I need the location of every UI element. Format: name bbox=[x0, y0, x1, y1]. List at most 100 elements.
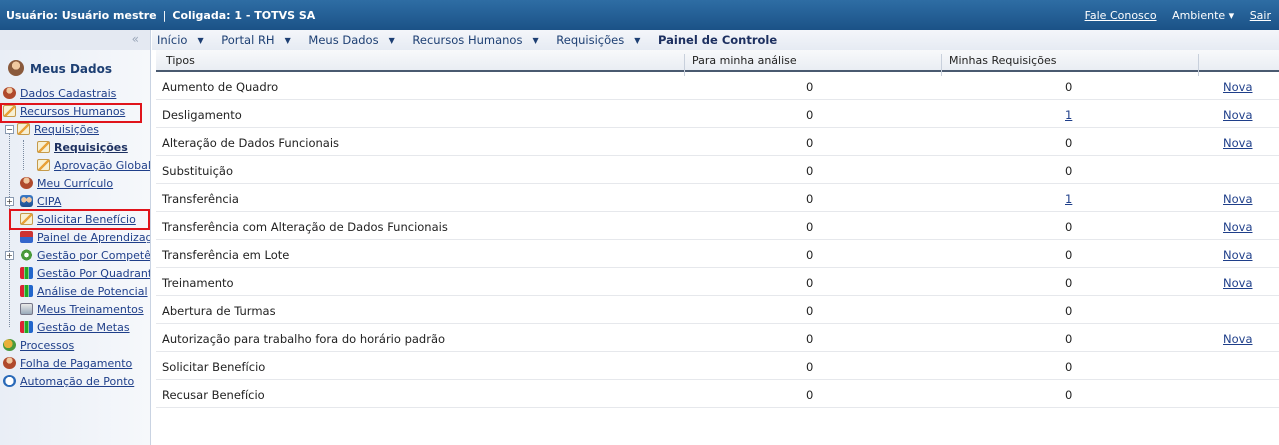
table-header: Tipos Para minha análise Minhas Requisiç… bbox=[156, 50, 1279, 76]
sidebar-item-requisicoes-label[interactable]: Requisições bbox=[34, 123, 99, 136]
table-row: Recusar Benefício 0 0 bbox=[156, 380, 1279, 408]
sidebar-item-dados[interactable]: Dados Cadastrais bbox=[3, 86, 116, 102]
cell-analise: 0 bbox=[806, 192, 814, 206]
cell-analise: 0 bbox=[806, 304, 814, 318]
breadcrumb-meus-label[interactable]: Meus Dados bbox=[308, 33, 378, 47]
sidebar-item-treinamentos-label[interactable]: Meus Treinamentos bbox=[37, 303, 144, 316]
logout-link[interactable]: Sair bbox=[1250, 9, 1271, 22]
cell-tipo: Transferência com Alteração de Dados Fun… bbox=[162, 220, 448, 234]
sidebar-item-cipa[interactable]: CIPA bbox=[20, 194, 61, 210]
cell-analise: 0 bbox=[806, 108, 814, 122]
sidebar-item-dados-label[interactable]: Dados Cadastrais bbox=[20, 87, 116, 100]
environment-menu[interactable]: Ambiente ▾ bbox=[1172, 9, 1234, 22]
sidebar-item-requisicoes-sub[interactable]: Requisições bbox=[37, 140, 128, 156]
breadcrumb-portal[interactable]: Portal RH ▼ bbox=[221, 33, 298, 47]
cell-minhas: 0 bbox=[1065, 220, 1073, 234]
breadcrumb-meus-dados[interactable]: Meus Dados ▼ bbox=[308, 33, 401, 47]
chart-icon bbox=[20, 267, 33, 279]
breadcrumb: Início ▼ Portal RH ▼ Meus Dados ▼ Recursos … bbox=[152, 30, 1279, 50]
top-bar: Usuário: Usuário mestre | Coligada: 1 - TO… bbox=[0, 0, 1279, 30]
sidebar-item-treinamentos[interactable]: Meus Treinamentos bbox=[20, 302, 144, 318]
table-row: Abertura de Turmas 0 0 bbox=[156, 296, 1279, 324]
cell-tipo: Aumento de Quadro bbox=[162, 80, 279, 94]
sidebar-item-curriculo[interactable]: Meu Currículo bbox=[20, 176, 113, 192]
breadcrumb-req-label[interactable]: Requisições bbox=[556, 33, 624, 47]
sidebar-item-folha-label[interactable]: Folha de Pagamento bbox=[20, 357, 132, 370]
sidebar-item-quadrante-label[interactable]: Gestão Por Quadrante bbox=[37, 267, 150, 280]
table-row: Aumento de Quadro 0 0 Nova bbox=[156, 72, 1279, 100]
sidebar-item-potencial[interactable]: Análise de Potencial bbox=[20, 284, 148, 300]
chevron-down-icon: ▼ bbox=[532, 36, 539, 45]
sidebar-item-painel-label[interactable]: Painel de Aprendizagem bbox=[37, 231, 150, 244]
cell-analise: 0 bbox=[806, 388, 814, 402]
expand-toggle[interactable]: + bbox=[5, 251, 14, 260]
cell-analise: 0 bbox=[806, 220, 814, 234]
cell-minhas: 0 bbox=[1065, 332, 1073, 346]
new-request-link[interactable]: Nova bbox=[1223, 220, 1253, 234]
chevron-down-icon: ▼ bbox=[284, 36, 291, 45]
new-request-link[interactable]: Nova bbox=[1223, 136, 1253, 150]
cell-tipo: Treinamento bbox=[162, 276, 234, 290]
new-request-link[interactable]: Nova bbox=[1223, 332, 1253, 346]
expand-toggle[interactable]: − bbox=[5, 125, 14, 134]
new-request-link[interactable]: Nova bbox=[1223, 108, 1253, 122]
expand-toggle[interactable]: + bbox=[5, 197, 14, 206]
sidebar-item-quadrante[interactable]: Gestão Por Quadrante bbox=[20, 266, 150, 282]
cell-minhas: 0 bbox=[1065, 388, 1073, 402]
company-label: Coligada: 1 - TOTVS SA bbox=[172, 9, 316, 22]
sidebar-item-painel[interactable]: Painel de Aprendizagem bbox=[20, 230, 150, 246]
sidebar-item-processos-label[interactable]: Processos bbox=[20, 339, 74, 352]
sidebar-item-curriculo-label[interactable]: Meu Currículo bbox=[37, 177, 113, 190]
new-request-link[interactable]: Nova bbox=[1223, 192, 1253, 206]
cell-tipo: Transferência bbox=[162, 192, 239, 206]
sidebar: « Meus Dados Dados Cadastrais Recursos H… bbox=[0, 30, 151, 445]
cell-analise: 0 bbox=[806, 248, 814, 262]
cell-minhas: 0 bbox=[1065, 248, 1073, 262]
sidebar-item-cipa-label[interactable]: CIPA bbox=[37, 195, 61, 208]
sidebar-item-potencial-label[interactable]: Análise de Potencial bbox=[37, 285, 148, 298]
sidebar-item-processos[interactable]: Processos bbox=[3, 338, 74, 354]
collapse-sidebar-icon[interactable]: « bbox=[132, 32, 139, 46]
cell-tipo: Abertura de Turmas bbox=[162, 304, 276, 318]
top-links: Fale Conosco Ambiente ▾ Sair bbox=[1085, 9, 1271, 22]
sidebar-item-metas-label[interactable]: Gestão de Metas bbox=[37, 321, 130, 334]
separator: | bbox=[162, 9, 167, 22]
sidebar-item-competencias-label[interactable]: Gestão por Competências bbox=[37, 249, 150, 262]
sidebar-item-ponto[interactable]: Automação de Ponto bbox=[3, 374, 134, 390]
new-request-link[interactable]: Nova bbox=[1223, 248, 1253, 262]
sidebar-item-requisicoes[interactable]: Requisições bbox=[17, 122, 99, 138]
breadcrumb-inicio[interactable]: Início ▼ bbox=[157, 33, 211, 47]
cell-minhas[interactable]: 1 bbox=[1065, 108, 1072, 122]
cell-tipo: Recusar Benefício bbox=[162, 388, 265, 402]
new-request-link[interactable]: Nova bbox=[1223, 276, 1253, 290]
header-minhas: Minhas Requisições bbox=[949, 54, 1057, 67]
sidebar-item-requisicoes-sub-label[interactable]: Requisições bbox=[54, 141, 128, 154]
cell-tipo: Alteração de Dados Funcionais bbox=[162, 136, 340, 150]
book-icon bbox=[20, 303, 33, 315]
new-request-link[interactable]: Nova bbox=[1223, 80, 1253, 94]
cell-analise: 0 bbox=[806, 164, 814, 178]
breadcrumb-inicio-label[interactable]: Início bbox=[157, 33, 187, 47]
sidebar-item-folha[interactable]: Folha de Pagamento bbox=[3, 356, 132, 372]
sidebar-item-competencias[interactable]: Gestão por Competências bbox=[20, 248, 150, 264]
cell-tipo: Desligamento bbox=[162, 108, 242, 122]
breadcrumb-rh-label[interactable]: Recursos Humanos bbox=[412, 33, 522, 47]
highlight-box bbox=[9, 209, 150, 230]
cell-minhas: 0 bbox=[1065, 276, 1073, 290]
cell-minhas: 0 bbox=[1065, 80, 1073, 94]
cell-analise: 0 bbox=[806, 332, 814, 346]
chart-icon bbox=[20, 321, 33, 333]
breadcrumb-portal-label[interactable]: Portal RH bbox=[221, 33, 274, 47]
breadcrumb-requisicoes[interactable]: Requisições ▼ bbox=[556, 33, 647, 47]
cell-minhas: 0 bbox=[1065, 136, 1073, 150]
cell-minhas[interactable]: 1 bbox=[1065, 192, 1072, 206]
sidebar-item-aprovacao-label[interactable]: Aprovação Global bbox=[54, 159, 150, 172]
cell-tipo: Solicitar Benefício bbox=[162, 360, 266, 374]
sidebar-item-metas[interactable]: Gestão de Metas bbox=[20, 320, 130, 336]
sidebar-item-ponto-label[interactable]: Automação de Ponto bbox=[20, 375, 134, 388]
sidebar-item-aprovacao[interactable]: Aprovação Global bbox=[37, 158, 150, 174]
breadcrumb-rh[interactable]: Recursos Humanos ▼ bbox=[412, 33, 545, 47]
contact-link[interactable]: Fale Conosco bbox=[1085, 9, 1157, 22]
table-row: Substituição 0 0 bbox=[156, 156, 1279, 184]
session-info: Usuário: Usuário mestre | Coligada: 1 - TO… bbox=[6, 9, 315, 22]
